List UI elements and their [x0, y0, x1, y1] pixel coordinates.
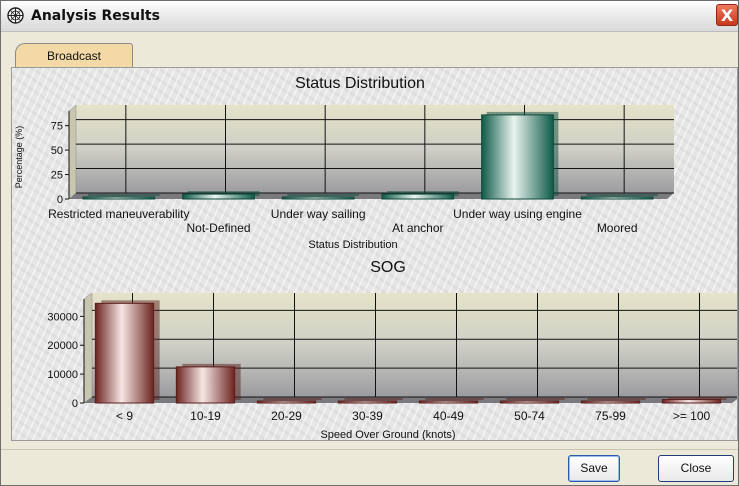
bar-shadow [87, 194, 160, 196]
tab-broadcast[interactable]: Broadcast [15, 43, 133, 69]
y-tick-label: 20000 [47, 340, 78, 352]
footer-divider [1, 449, 738, 450]
compass-icon [7, 7, 24, 24]
title-bar[interactable]: Analysis Results X [1, 1, 738, 32]
bar [182, 193, 255, 200]
x-category-label: 30-39 [352, 409, 383, 423]
bar [481, 114, 554, 200]
bar [82, 196, 156, 200]
x-axis-label: Status Distribution [308, 239, 397, 251]
bar-shadow [587, 398, 646, 400]
save-button[interactable]: Save [568, 455, 620, 482]
x-category-label: 10-19 [190, 409, 221, 423]
x-axis-label: Speed Over Ground (knots) [320, 429, 455, 441]
bar-shadow [506, 397, 565, 400]
y-axis-label: Percentage (%) [14, 126, 24, 189]
bar [499, 400, 560, 404]
x-category-label: Moored [597, 221, 638, 235]
charts-canvas: Status Distribution 0 25 50 75 Restricted man… [14, 75, 737, 441]
y-tick-label: 50 [51, 145, 63, 157]
x-category-label: < 9 [116, 409, 133, 423]
bar [175, 366, 236, 404]
chart-title: SOG [370, 259, 406, 276]
x-category-label: Under way using engine [453, 207, 582, 221]
y-tick-label: 0 [72, 398, 78, 410]
x-category-label: Under way sailing [271, 207, 366, 221]
y-tick-label: 30000 [47, 311, 78, 323]
plot-left-wall [83, 292, 93, 404]
x-category-label: 50-74 [514, 409, 545, 423]
x-category-label: At anchor [392, 221, 443, 235]
bar [580, 400, 641, 404]
x-category-label: >= 100 [673, 409, 711, 423]
plot-background [76, 105, 674, 193]
y-tick-label: 0 [57, 194, 63, 206]
bar-shadow [586, 194, 659, 196]
close-window-button[interactable]: X [716, 4, 738, 26]
bar [94, 302, 155, 404]
bar [281, 196, 355, 200]
analysis-results-window: Analysis Results X Broadcast Status Dist… [0, 0, 739, 486]
bar [418, 400, 479, 404]
x-category-label: 20-29 [271, 409, 302, 423]
bar-shadow [263, 398, 322, 400]
bar [256, 400, 317, 404]
y-tick-label: 25 [51, 170, 63, 182]
window-title: Analysis Results [31, 8, 160, 24]
tab-strip: Broadcast [11, 41, 738, 69]
y-tick-label: 75 [51, 121, 63, 133]
bar [337, 400, 398, 404]
bar-shadow [287, 194, 360, 196]
chart-title: Status Distribution [295, 75, 425, 92]
charts-panel: Status Distribution 0 25 50 75 Restricted man… [11, 67, 738, 441]
bar [580, 196, 654, 200]
x-category-label: Restricted maneuverability [48, 207, 189, 221]
plot-left-wall [68, 104, 77, 200]
bar-shadow [344, 398, 403, 400]
y-tick-label: 10000 [47, 369, 78, 381]
bar [661, 399, 722, 404]
bar-shadow [425, 398, 484, 400]
x-category-label: 40-49 [433, 409, 464, 423]
x-category-label: Not-Defined [186, 221, 250, 235]
x-category-label: 75-99 [595, 409, 626, 423]
bar [381, 193, 455, 200]
close-button[interactable]: Close [658, 455, 734, 482]
